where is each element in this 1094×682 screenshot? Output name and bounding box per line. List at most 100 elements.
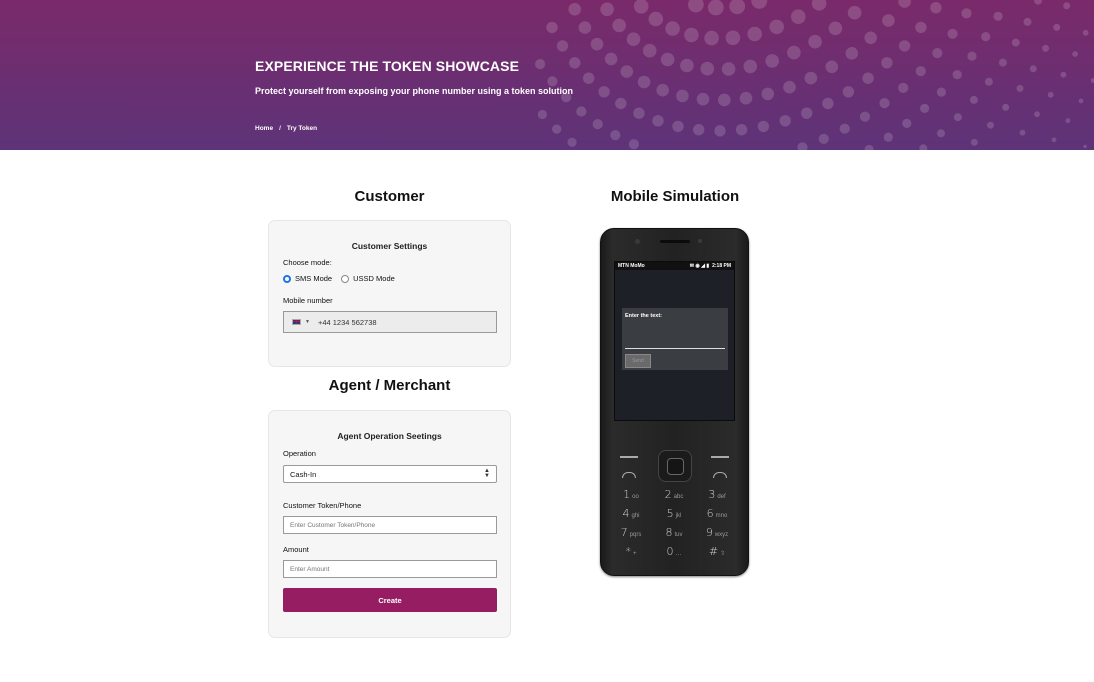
keypad-letters: ⇧ (720, 551, 726, 557)
decorative-dot (676, 89, 689, 103)
keypad-letters: def (717, 494, 726, 500)
decorative-dot (783, 80, 796, 94)
decorative-dot (700, 61, 715, 76)
decorative-dot (822, 97, 834, 110)
decorative-dot (604, 52, 618, 66)
decorative-dot (915, 21, 927, 34)
keypad-digit: 6 (706, 507, 714, 520)
amount-input[interactable] (283, 560, 497, 578)
decorative-dot (765, 54, 779, 68)
keypad-key-8[interactable]: 8 tuv (654, 526, 694, 542)
decorative-dot (898, 82, 909, 93)
keypad-digit: 8 (665, 526, 673, 539)
decorative-dot (937, 129, 945, 138)
keypad-key-3[interactable]: 3 def (697, 488, 737, 504)
operation-select-value[interactable]: Cash-In (290, 470, 316, 479)
ussd-mode-label[interactable]: USSD Mode (353, 274, 395, 283)
keypad-letters: pqrs (629, 532, 642, 538)
phone-keypad: 1 oo 2 abc 3 def 4 ghi 5 jkl 6 mno 7 pqrs 8 tuv 9 wxyz * +0… (606, 448, 743, 573)
keypad-digit: * (625, 545, 631, 558)
decorative-dot (1011, 38, 1020, 47)
decorative-dot (535, 59, 546, 70)
decorative-dot (1029, 65, 1037, 73)
dialog-text-input[interactable] (625, 348, 725, 349)
decorative-dot (637, 75, 651, 89)
keypad-key-1[interactable]: 1 oo (611, 488, 651, 504)
decorative-dot (1072, 51, 1078, 57)
decorative-dot-pattern (535, 0, 1094, 150)
keypad-key-5[interactable]: 5 jkl (654, 507, 694, 523)
decorative-dot (725, 30, 741, 46)
customer-settings-title: Customer Settings (351, 241, 428, 251)
call-icon[interactable] (622, 472, 636, 478)
decorative-dot (1047, 91, 1054, 98)
breadcrumb-home-link[interactable]: Home (255, 125, 273, 132)
keypad-key-0[interactable]: 0… (654, 545, 694, 561)
keypad-key-hash[interactable]: # ⇧ (697, 545, 737, 561)
decorative-dot (1023, 17, 1032, 26)
decorative-dot (879, 98, 890, 109)
decorative-dot (648, 11, 664, 27)
decorative-dot (1053, 23, 1061, 31)
mobile-number-field[interactable]: ▼ +44 1234 562738 (283, 311, 497, 333)
decorative-dot (808, 34, 822, 49)
decorative-dot (576, 106, 587, 117)
keypad-letters: oo (632, 494, 639, 500)
decorative-dot (1082, 29, 1089, 36)
decorative-dot (633, 0, 649, 14)
decorative-dot (919, 144, 928, 150)
keypad-key-9[interactable]: 9 wxyz (697, 526, 737, 542)
operation-select[interactable]: Cash-In ▲ ▼ (283, 465, 497, 483)
decorative-dot (569, 57, 581, 69)
breadcrumb-current: Try Token (286, 125, 318, 132)
decorative-dot (847, 5, 862, 20)
sms-mode-label[interactable]: SMS Mode (295, 274, 332, 283)
hero-subtitle: Protect yourself from exposing your phon… (255, 86, 574, 96)
operation-label: Operation (283, 449, 316, 458)
camera-icon (635, 239, 640, 244)
keypad-key-2[interactable]: 2 abc (654, 488, 694, 504)
breadcrumb: Home / Try Token (255, 125, 317, 132)
decorative-dot (779, 115, 791, 127)
ussd-mode-radio[interactable] (341, 274, 350, 283)
agent-operation-title: Agent Operation Seetings (337, 431, 442, 441)
speaker-grille (660, 240, 690, 243)
decorative-dot (1002, 103, 1010, 111)
decorative-dot (1042, 44, 1050, 52)
decorative-dot (567, 137, 577, 147)
decorative-dot (704, 30, 719, 46)
dpad-select-button[interactable] (667, 458, 684, 475)
keypad-key-6[interactable]: 6 mno (697, 507, 737, 523)
decorative-dot (672, 120, 684, 133)
right-softkey[interactable] (711, 456, 729, 458)
left-softkey[interactable] (620, 456, 638, 458)
decorative-dot (628, 139, 640, 150)
decorative-dot (953, 113, 962, 122)
decorative-dot (721, 62, 736, 76)
decorative-dot (839, 123, 850, 134)
decorative-dot (743, 59, 758, 74)
decorative-dot (598, 86, 610, 98)
mobile-number-value[interactable]: +44 1234 562738 (318, 318, 377, 327)
dialog-send-button[interactable]: Send (625, 354, 651, 368)
keypad-key-4[interactable]: 4 ghi (611, 507, 651, 523)
keypad-key-star[interactable]: * + (611, 545, 651, 561)
uk-flag-icon[interactable] (292, 319, 301, 325)
decorative-dot (612, 18, 626, 33)
keypad-letters: jkl (675, 513, 682, 519)
amount-label: Amount (283, 545, 309, 554)
customer-token-input[interactable] (283, 516, 497, 534)
decorative-dot (592, 119, 603, 130)
navigation-dpad[interactable] (658, 450, 692, 482)
decorative-dot (660, 52, 675, 67)
keypad-key-7[interactable]: 7 pqrs (611, 526, 651, 542)
keypad-digit: 3 (708, 488, 716, 501)
end-call-icon[interactable] (713, 472, 727, 478)
sms-mode-radio[interactable] (283, 274, 291, 283)
decorative-dot (987, 121, 994, 129)
chevron-down-icon[interactable]: ▼ (305, 319, 310, 325)
decorative-dot (967, 51, 977, 61)
decorative-dot (656, 83, 669, 97)
customer-token-label: Customer Token/Phone (283, 501, 362, 510)
create-button[interactable]: Create (283, 588, 497, 612)
